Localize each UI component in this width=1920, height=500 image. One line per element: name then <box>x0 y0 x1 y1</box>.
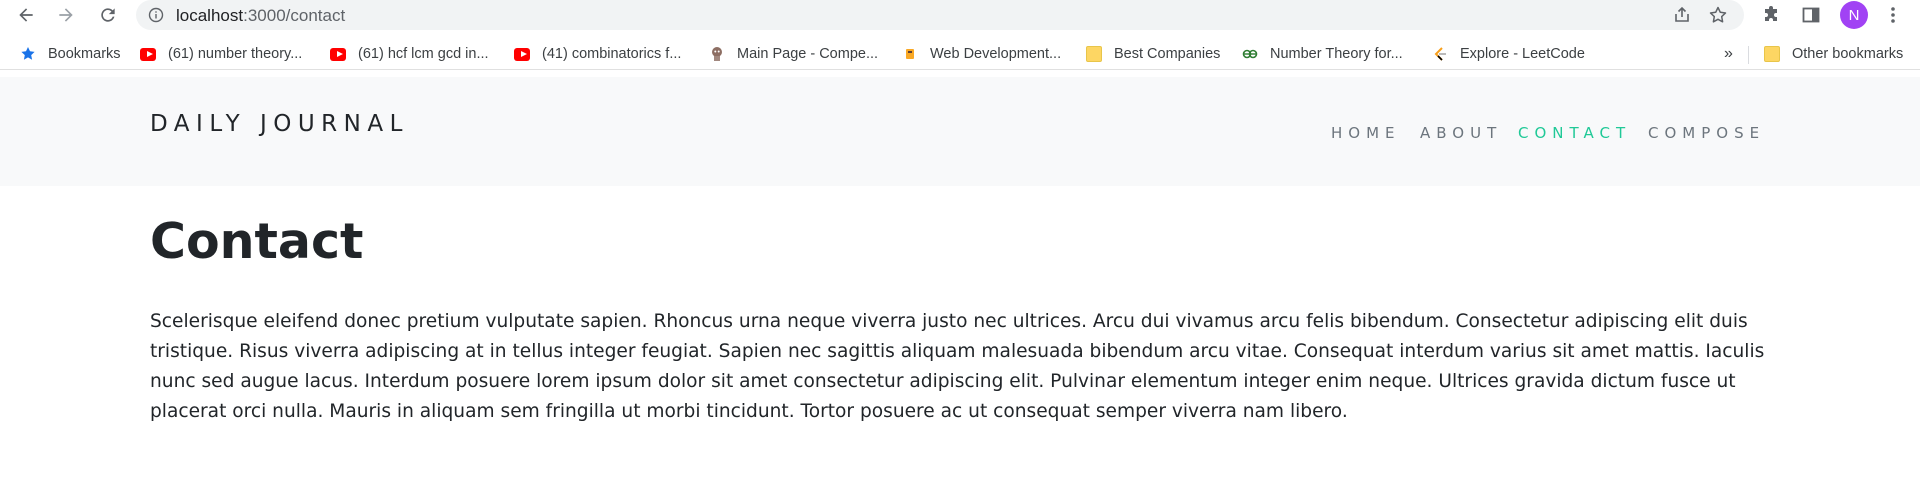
bookmark-label: (41) combinatorics f... <box>542 46 682 62</box>
side-panel-icon <box>1802 7 1820 23</box>
bookmark-label: (61) hcf lcm gcd in... <box>358 46 489 62</box>
page-title: Contact <box>150 213 364 270</box>
nav-contact[interactable]: CONTACT <box>1518 124 1631 142</box>
bookmark-label: Main Page - Compe... <box>737 46 879 62</box>
site-logo-icon <box>1242 46 1258 62</box>
youtube-icon <box>330 46 346 62</box>
page-body-text: Scelerisque eleifend donec pretium vulpu… <box>150 311 1765 422</box>
bookmark-number-theory[interactable]: Number Theory for... <box>1242 44 1403 64</box>
reload-icon <box>101 8 115 22</box>
reload-button[interactable] <box>96 3 120 27</box>
bookmark-label: Best Companies <box>1114 46 1221 62</box>
bookmark-best-companies[interactable]: Best Companies <box>1086 44 1220 64</box>
profile-avatar[interactable]: N <box>1840 1 1868 29</box>
info-icon[interactable] <box>148 7 164 23</box>
extensions-button[interactable] <box>1760 4 1782 26</box>
bookmark-yt-number-theory[interactable]: (61) number theory... <box>140 44 302 64</box>
brand-logo[interactable]: DAILY JOURNAL <box>150 111 409 137</box>
more-bookmarks-button[interactable]: » <box>1724 44 1733 64</box>
forward-button[interactable] <box>54 3 78 27</box>
folder-icon <box>1086 46 1102 62</box>
puzzle-icon <box>1765 6 1777 21</box>
chevron-double-right-icon: » <box>1724 45 1733 62</box>
back-button[interactable] <box>14 3 38 27</box>
nav-about[interactable]: ABOUT <box>1420 124 1502 142</box>
bookmark-bookmarks[interactable]: Bookmarks <box>20 44 121 64</box>
bookmark-yt-hcf-lcm[interactable]: (61) hcf lcm gcd in... <box>330 44 489 64</box>
youtube-icon <box>514 46 530 62</box>
bookmarks-divider <box>1748 46 1749 64</box>
arrow-left-icon <box>19 8 33 22</box>
bookmark-label: Web Development... <box>930 46 1062 62</box>
nav-home[interactable]: HOME <box>1331 124 1401 142</box>
folder-icon <box>1764 46 1780 62</box>
bookmark-label: Bookmarks <box>48 46 121 62</box>
bookmark-label: Explore - LeetCode <box>1460 46 1585 62</box>
star-icon <box>20 46 36 62</box>
url-host: localhost <box>176 6 244 25</box>
site-logo-icon <box>709 46 725 62</box>
bookmark-leetcode[interactable]: Explore - LeetCode <box>1432 44 1585 64</box>
bookmark-other[interactable]: Other bookmarks <box>1764 44 1903 64</box>
bookmark-label: Number Theory for... <box>1270 46 1403 62</box>
url-path: :3000/contact <box>243 6 346 25</box>
address-bar[interactable]: localhost:3000/contact <box>136 0 1744 30</box>
arrow-right-icon <box>59 8 73 22</box>
site-navbar: DAILY JOURNAL HOME ABOUT CONTACT COMPOSE <box>0 77 1920 186</box>
bookmark-web-development[interactable]: Web Development... <box>902 44 1061 64</box>
youtube-icon <box>140 46 156 62</box>
url-text: localhost:3000/contact <box>176 6 345 26</box>
browser-menu-button[interactable] <box>1882 4 1904 26</box>
bookmark-main-page[interactable]: Main Page - Compe... <box>709 44 878 64</box>
bookmarks-bar: Bookmarks (61) number theory... (61) hcf… <box>0 38 1920 70</box>
bookmark-yt-combinatorics[interactable]: (41) combinatorics f... <box>514 44 681 64</box>
share-icon[interactable] <box>1672 5 1692 25</box>
browser-toolbar: localhost:3000/contact N <box>0 0 1920 30</box>
nav-compose[interactable]: COMPOSE <box>1648 124 1765 142</box>
side-panel-button[interactable] <box>1800 4 1822 26</box>
kebab-menu-icon <box>1891 7 1895 23</box>
bookmark-label: (61) number theory... <box>168 46 303 62</box>
leetcode-icon <box>1432 46 1448 62</box>
bookmark-label: Other bookmarks <box>1792 46 1904 62</box>
star-bookmark-icon[interactable] <box>1708 5 1728 25</box>
site-logo-icon <box>902 46 918 62</box>
